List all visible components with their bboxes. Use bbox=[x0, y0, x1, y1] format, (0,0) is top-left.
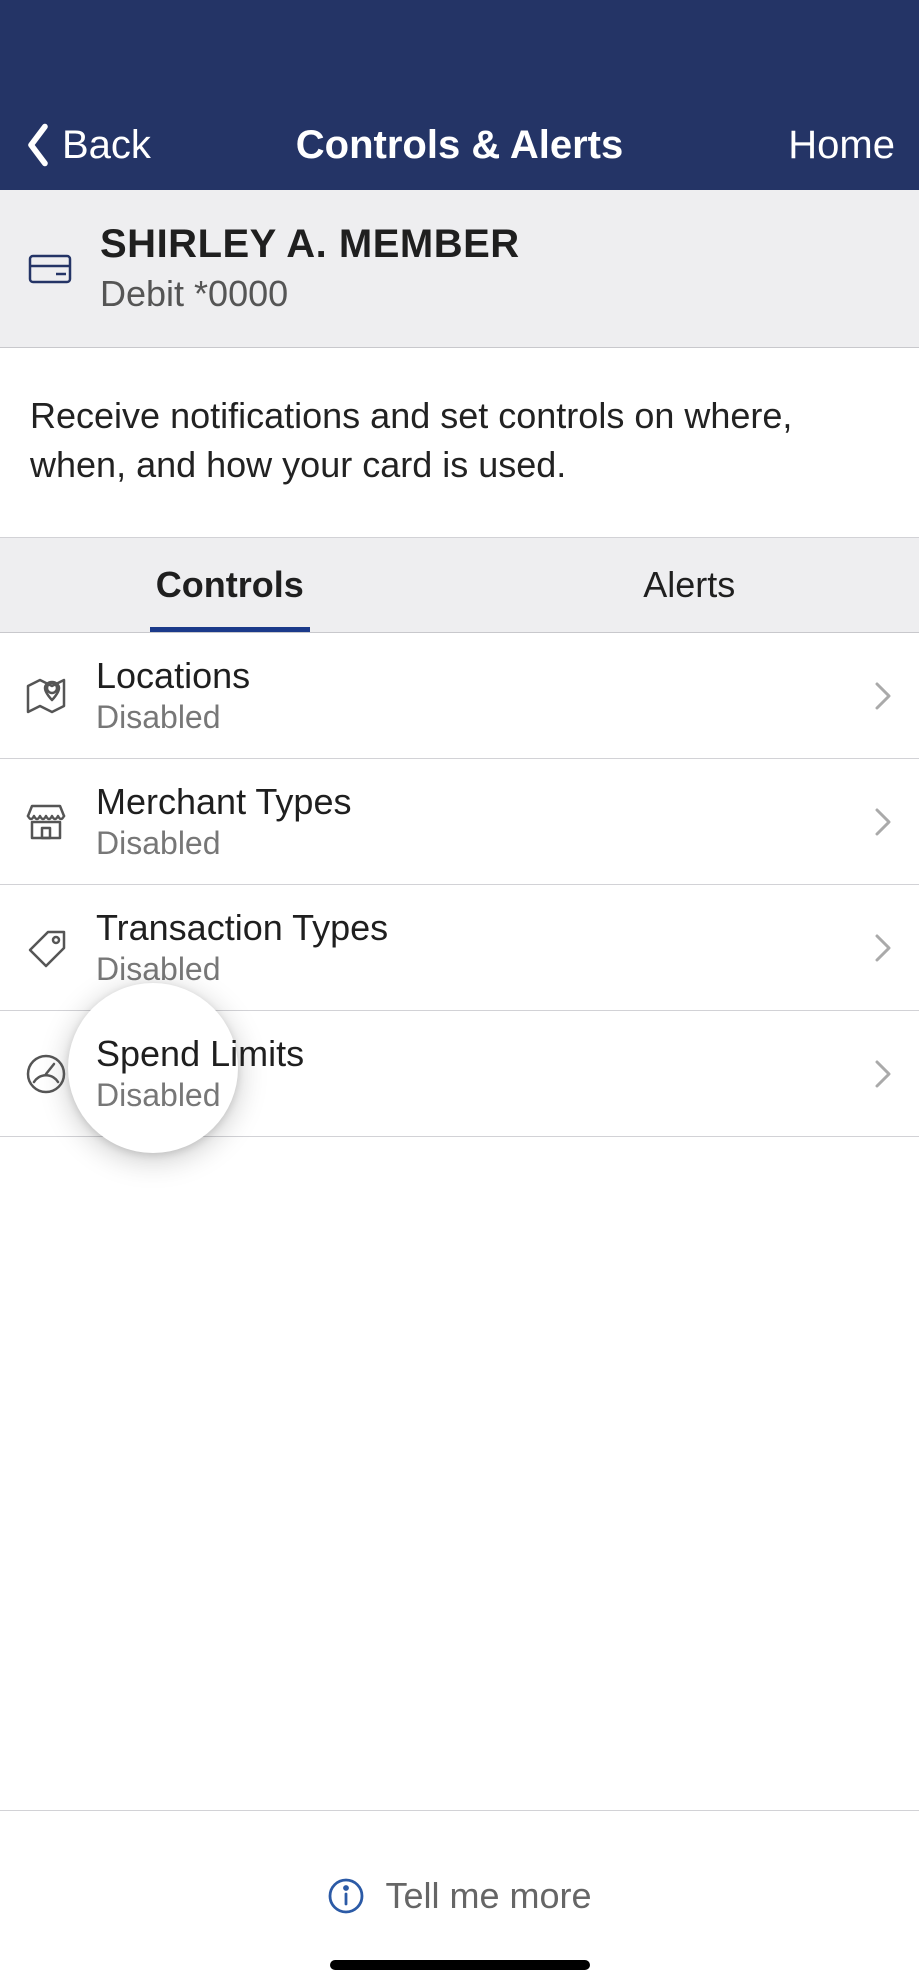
tag-icon bbox=[24, 926, 68, 970]
controls-list: Locations Disabled Merchant Types Disabl… bbox=[0, 633, 919, 1137]
chevron-right-icon bbox=[873, 1058, 893, 1090]
card-subtitle: Debit *0000 bbox=[100, 273, 520, 315]
tab-controls[interactable]: Controls bbox=[0, 538, 460, 632]
tab-alerts[interactable]: Alerts bbox=[460, 538, 919, 632]
cardholder-name: SHIRLEY A. MEMBER bbox=[100, 222, 520, 267]
list-item-locations[interactable]: Locations Disabled bbox=[0, 633, 919, 759]
list-item-merchant-types[interactable]: Merchant Types Disabled bbox=[0, 759, 919, 885]
back-button[interactable]: Back bbox=[24, 122, 151, 168]
home-indicator bbox=[330, 1960, 590, 1970]
list-item-status: Disabled bbox=[96, 1077, 873, 1114]
list-item-status: Disabled bbox=[96, 825, 873, 862]
gauge-icon bbox=[24, 1052, 68, 1096]
chevron-right-icon bbox=[873, 680, 893, 712]
tabs: Controls Alerts bbox=[0, 538, 919, 633]
list-item-title: Transaction Types bbox=[96, 907, 873, 949]
list-item-spend-limits[interactable]: Spend Limits Disabled bbox=[0, 1011, 919, 1137]
chevron-right-icon bbox=[873, 932, 893, 964]
map-icon bbox=[24, 674, 68, 718]
nav-bar: Back Controls & Alerts Home bbox=[0, 100, 919, 190]
list-item-status: Disabled bbox=[96, 699, 873, 736]
status-bar bbox=[0, 0, 919, 100]
chevron-right-icon bbox=[873, 806, 893, 838]
card-icon bbox=[28, 254, 72, 284]
store-icon bbox=[24, 800, 68, 844]
chevron-left-icon bbox=[24, 122, 52, 168]
page-description: Receive notifications and set controls o… bbox=[0, 348, 919, 538]
list-item-status: Disabled bbox=[96, 951, 873, 988]
home-button[interactable]: Home bbox=[788, 123, 895, 168]
list-item-title: Locations bbox=[96, 655, 873, 697]
back-label: Back bbox=[62, 123, 151, 168]
card-summary: SHIRLEY A. MEMBER Debit *0000 bbox=[0, 190, 919, 348]
footer: Tell me more bbox=[0, 1810, 919, 1980]
page-title: Controls & Alerts bbox=[296, 123, 623, 168]
tell-me-more-button[interactable]: Tell me more bbox=[385, 1875, 591, 1917]
info-icon bbox=[327, 1877, 365, 1915]
list-item-title: Spend Limits bbox=[96, 1033, 873, 1075]
list-item-title: Merchant Types bbox=[96, 781, 873, 823]
